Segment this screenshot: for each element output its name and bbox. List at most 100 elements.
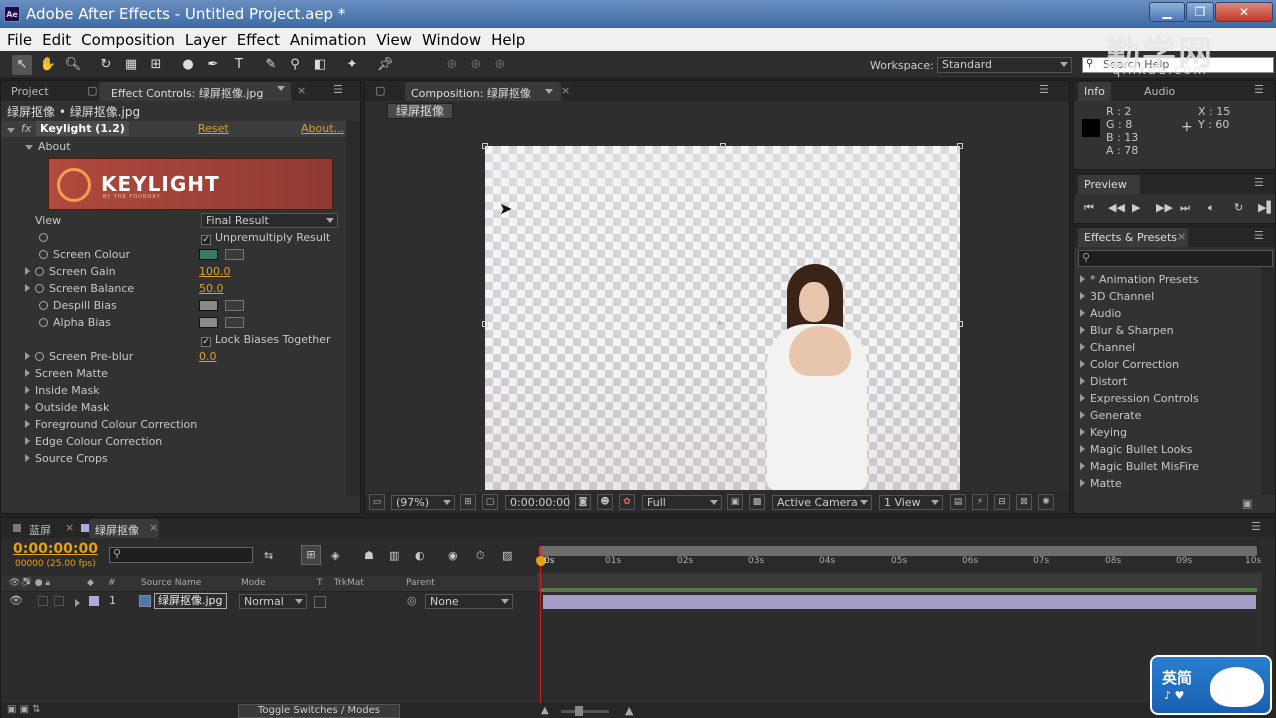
- clone-stamp-tool-icon[interactable]: ⚲: [285, 55, 305, 75]
- type-tool-icon[interactable]: T: [229, 55, 249, 75]
- rotation-tool-icon[interactable]: ↻: [96, 55, 116, 75]
- effects-menu-icon[interactable]: ☰: [1254, 229, 1264, 242]
- hand-tool-icon[interactable]: ✋: [38, 55, 58, 75]
- comp-mini-flowchart-icon[interactable]: ⇆: [264, 549, 273, 562]
- resolution-dropdown[interactable]: Full: [642, 495, 722, 510]
- layer-name[interactable]: 绿屏抠像.jpg: [154, 593, 227, 609]
- pen-tool-icon[interactable]: ✒: [203, 55, 223, 75]
- group-outside-mask[interactable]: Outside Mask: [25, 399, 109, 416]
- view-dropdown[interactable]: Final Result: [201, 213, 338, 228]
- camera-dropdown[interactable]: Active Camera: [772, 495, 872, 510]
- effects-scrollbar[interactable]: [1261, 267, 1275, 495]
- play-icon[interactable]: ▶: [1132, 201, 1140, 214]
- about-link[interactable]: About...: [301, 122, 344, 135]
- label-icon[interactable]: ◆: [87, 578, 94, 588]
- time-navigator-bar[interactable]: [539, 546, 1257, 556]
- ram-preview-icon[interactable]: ▶▌: [1258, 201, 1275, 214]
- comp-tab-dropdown-icon[interactable]: [545, 89, 553, 94]
- work-area-bar[interactable]: [541, 588, 1257, 592]
- view-layout-dropdown[interactable]: 1 View: [879, 495, 943, 510]
- maximize-button[interactable]: ❐: [1186, 2, 1214, 22]
- effect-controls-scrollbar[interactable]: [346, 121, 360, 496]
- timeline-close-tab-icon[interactable]: ×: [65, 521, 74, 534]
- handle-tc[interactable]: [720, 143, 726, 149]
- toggle-switches-modes-button[interactable]: Toggle Switches / Modes: [238, 704, 400, 718]
- effects-item[interactable]: Magic Bullet Looks: [1080, 441, 1193, 458]
- roto-brush-tool-icon[interactable]: ✦: [342, 55, 362, 75]
- effects-item[interactable]: Expression Controls: [1080, 390, 1199, 407]
- effect-name[interactable]: Keylight (1.2): [36, 121, 129, 136]
- effects-item[interactable]: Magic Bullet MisFire: [1080, 458, 1199, 475]
- zoom-in-icon[interactable]: ▲: [625, 704, 633, 717]
- layer-duration-bar[interactable]: [543, 595, 1256, 609]
- puppet-pin-tool-icon[interactable]: 📌︎: [375, 55, 395, 75]
- group-inside-mask[interactable]: Inside Mask: [25, 382, 100, 399]
- handle-tr[interactable]: [957, 143, 963, 149]
- timeline-icon[interactable]: ⊟: [994, 494, 1010, 510]
- effects-item[interactable]: Color Correction: [1080, 356, 1179, 373]
- blend-mode-dropdown[interactable]: Normal: [239, 594, 307, 609]
- selection-tool-icon[interactable]: ↖: [12, 55, 32, 75]
- ellipse-tool-icon[interactable]: ●: [178, 55, 198, 75]
- menu-view[interactable]: View: [376, 31, 412, 49]
- layer-visibility-icon[interactable]: 👁︎: [9, 594, 23, 607]
- effect-expand-icon[interactable]: [7, 123, 20, 136]
- group-screen-matte[interactable]: Screen Matte: [25, 365, 108, 382]
- loop-icon[interactable]: ↻: [1234, 201, 1243, 214]
- handle-ml[interactable]: [482, 321, 488, 327]
- menu-edit[interactable]: Edit: [42, 31, 71, 49]
- layer-label-color[interactable]: [89, 596, 99, 606]
- comp-flowchart-tab[interactable]: 绿屏抠像: [387, 103, 454, 119]
- unpremultiply-stopwatch[interactable]: [39, 229, 53, 246]
- region-of-interest-icon[interactable]: ▣: [727, 494, 743, 510]
- group-foreground-colour-correction[interactable]: Foreground Colour Correction: [25, 416, 197, 433]
- effects-search-input[interactable]: [1078, 250, 1273, 267]
- fx-icon[interactable]: fx: [21, 122, 31, 135]
- comp-close-tab-icon[interactable]: ×: [561, 84, 570, 97]
- title-safe-icon[interactable]: ⊞: [460, 494, 476, 510]
- minimize-button[interactable]: ▁: [1149, 2, 1185, 22]
- handle-tl[interactable]: [482, 143, 488, 149]
- preserve-transparency-box[interactable]: [314, 596, 326, 608]
- pan-behind-tool-icon[interactable]: ⊞: [146, 55, 166, 75]
- layer-lock-box[interactable]: [54, 596, 64, 606]
- lock-biases-checkbox[interactable]: ✓ Lock Biases Together: [201, 331, 331, 348]
- info-menu-icon[interactable]: ☰: [1254, 83, 1264, 96]
- frame-blending-icon[interactable]: ▥: [389, 549, 399, 562]
- preview-menu-icon[interactable]: ☰: [1254, 176, 1264, 189]
- transparency-grid-icon[interactable]: ▩: [749, 494, 765, 510]
- fast-previews-icon[interactable]: ⚡: [972, 494, 988, 510]
- comp-panel-menu-icon[interactable]: ☰: [1039, 83, 1049, 96]
- layer-expand-icon[interactable]: [75, 597, 85, 610]
- effects-item[interactable]: Distort: [1080, 373, 1127, 390]
- screen-balance-value[interactable]: 50.0: [199, 280, 224, 297]
- tab-preview[interactable]: Preview: [1078, 175, 1140, 194]
- screen-colour-swatch[interactable]: [199, 249, 218, 260]
- layer-switches-icon[interactable]: ▣ ▣ ⇅: [7, 704, 41, 715]
- menu-window[interactable]: Window: [422, 31, 481, 49]
- flowchart-icon[interactable]: ⊠: [1016, 494, 1032, 510]
- handle-mr[interactable]: [957, 321, 963, 327]
- effects-item[interactable]: Channel: [1080, 339, 1135, 356]
- layer-solo-box[interactable]: [38, 596, 48, 606]
- anchor-point-icon[interactable]: ⌖: [717, 318, 723, 329]
- first-frame-icon[interactable]: ⏮: [1084, 201, 1094, 215]
- reset-exposure-icon[interactable]: ✺: [1038, 494, 1054, 510]
- tab-composition[interactable]: Composition: 绿屏抠像: [405, 82, 561, 101]
- parent-dropdown[interactable]: None: [425, 594, 513, 609]
- tab-blue-screen[interactable]: 蓝屏: [23, 519, 57, 538]
- comp-timecode[interactable]: 0:00:00:00: [505, 495, 570, 510]
- effects-item[interactable]: Keying: [1080, 424, 1127, 441]
- menu-effect[interactable]: Effect: [237, 31, 280, 49]
- next-frame-icon[interactable]: ▶▶: [1156, 201, 1173, 214]
- despill-bias-swatch[interactable]: [199, 300, 218, 311]
- timeline-zoom-slider[interactable]: [561, 710, 609, 713]
- unpremultiply-checkbox[interactable]: ✓ Unpremultiply Result: [201, 229, 330, 246]
- timeline-close-tab-icon-2[interactable]: ×: [149, 521, 158, 534]
- menu-help[interactable]: Help: [491, 31, 525, 49]
- effects-item[interactable]: Audio: [1080, 305, 1121, 322]
- tab-project[interactable]: Project: [5, 82, 55, 101]
- close-tab-icon[interactable]: ×: [297, 84, 306, 97]
- graph-editor-icon[interactable]: ▨: [502, 549, 512, 562]
- timeline-timecode[interactable]: 0:00:00:00: [13, 541, 98, 557]
